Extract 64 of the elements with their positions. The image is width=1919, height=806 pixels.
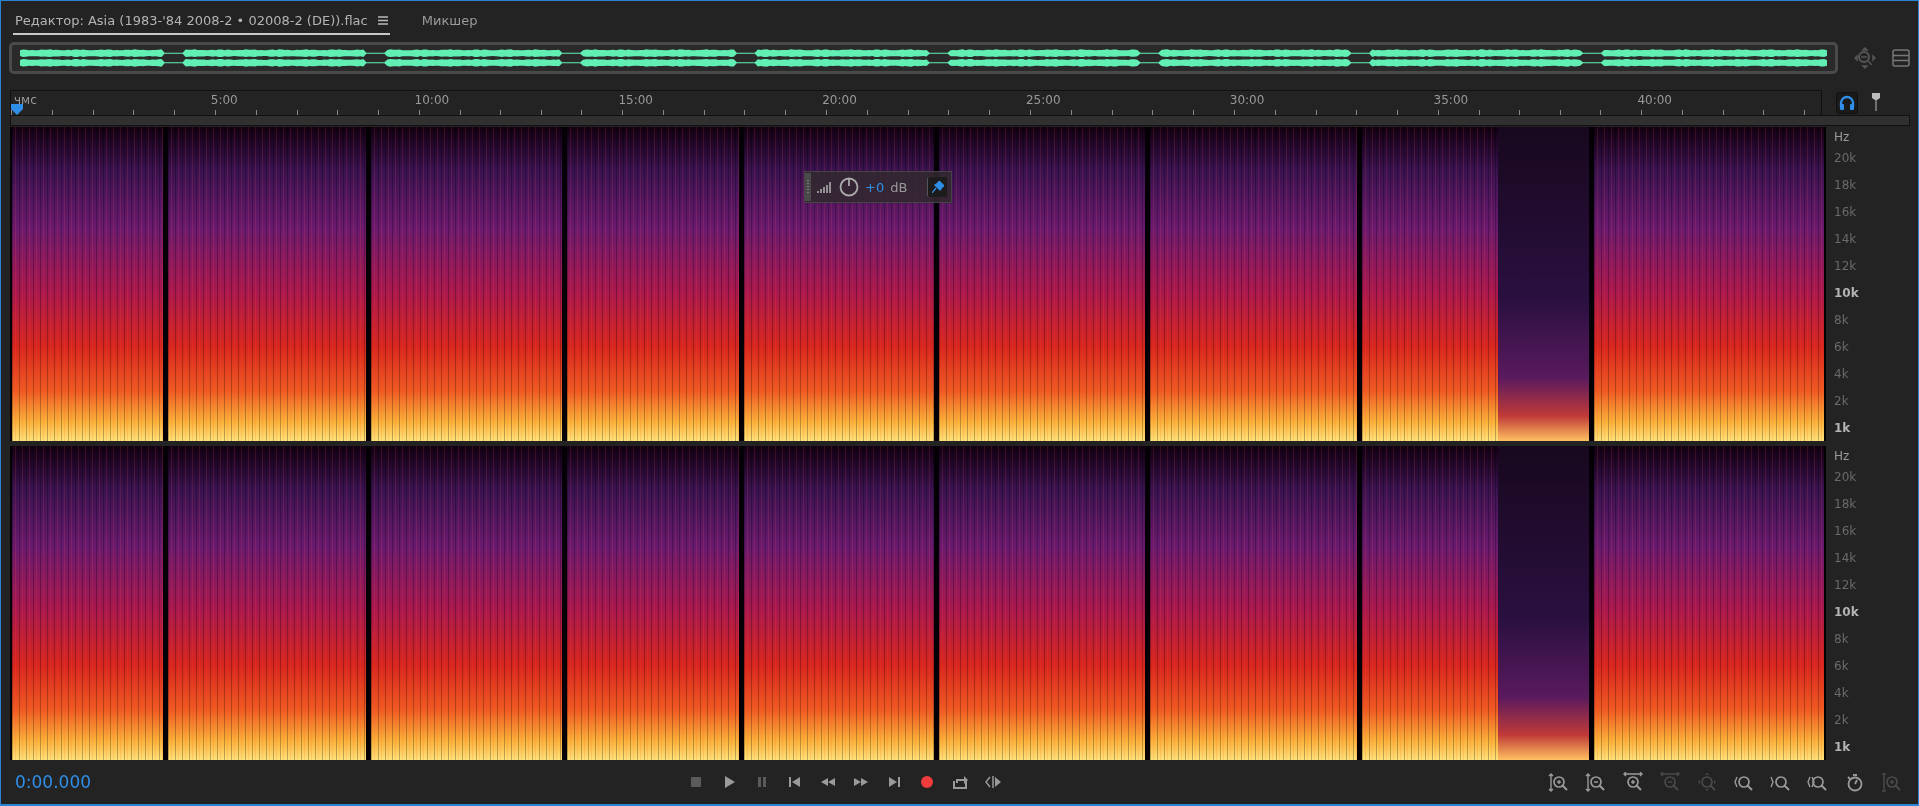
axis-tick-label: 4k — [1834, 366, 1850, 381]
time-label: 10:00 — [414, 93, 450, 107]
prev-button[interactable] — [787, 774, 803, 790]
time-label: 40:00 — [1637, 93, 1672, 107]
menu-icon[interactable] — [377, 16, 388, 25]
axis-tick-label: 12k — [1834, 577, 1858, 592]
axis-tick-label: 16k — [1834, 523, 1858, 538]
gain-value[interactable]: +0 — [865, 179, 885, 195]
axis-tick-label: 16k — [1834, 204, 1858, 219]
zoom-button[interactable] — [1585, 771, 1606, 793]
axis-tick-label: 1k — [1834, 420, 1852, 435]
stop-icon — [688, 774, 704, 790]
axis-tick-label: 12k — [1834, 258, 1858, 273]
axis-tick-label: 20k — [1834, 469, 1858, 484]
axis-tick-label: 18k — [1834, 496, 1858, 511]
prev-icon — [787, 774, 803, 790]
axis-tick-label: 8k — [1834, 312, 1850, 327]
axis-tick-label: 10k — [1834, 285, 1860, 300]
stopwatch-button[interactable] — [1844, 771, 1865, 793]
axis-unit: Hz — [1833, 129, 1851, 144]
skip-icon — [985, 774, 1001, 790]
time-label: 30:00 — [1229, 93, 1265, 107]
time-label: 15:00 — [618, 93, 653, 107]
time-label: 25:00 — [1026, 93, 1061, 107]
loop-icon — [952, 774, 968, 790]
axis-tick-label: 6k — [1834, 658, 1850, 673]
pin-button[interactable] — [927, 177, 948, 197]
tab[interactable]: Микшер — [419, 13, 480, 35]
level-bars-icon — [817, 181, 833, 193]
skip-button[interactable] — [985, 774, 1001, 790]
time-label: 20:00 — [822, 93, 857, 107]
axis-tick-label: 8k — [1834, 631, 1850, 646]
gain-unit: dB — [890, 179, 908, 195]
axis-tick-label: 1k — [1834, 739, 1852, 754]
time-label: 35:00 — [1433, 93, 1469, 107]
axis-tick-label: 14k — [1834, 550, 1858, 565]
headphones-button[interactable] — [1836, 92, 1858, 114]
current-time: 0:00.000 — [15, 772, 93, 792]
time-label: 5:00 — [210, 93, 238, 107]
volume-knob[interactable] — [839, 177, 859, 197]
record-button[interactable] — [919, 774, 935, 790]
axis-tick-label: 4k — [1834, 685, 1850, 700]
axis-tick-label: 2k — [1834, 712, 1850, 727]
tab[interactable]: Редактор: Asia (1983-'84 2008-2 • 02008-2 (DE)).flac — [13, 13, 390, 35]
axis-tick-label: 14k — [1834, 231, 1858, 246]
zoom-button[interactable] — [1548, 771, 1569, 793]
zoom-button[interactable] — [1622, 771, 1643, 793]
next-button[interactable] — [886, 774, 902, 790]
list-icon[interactable] — [1892, 49, 1910, 67]
axis-tick-label: 10k — [1834, 604, 1860, 619]
drag-handle[interactable] — [805, 173, 811, 201]
axis-tick-label: 6k — [1834, 339, 1850, 354]
record-icon — [919, 774, 935, 790]
loop-button[interactable] — [952, 774, 968, 790]
axis-tick-label: 2k — [1834, 393, 1850, 408]
time-ruler[interactable]: чмс 5:00 10:00 15:00 20:00 25:00 30:00 35:00 40:00 — [10, 90, 1822, 115]
waveform-overview[interactable] — [9, 42, 1838, 74]
axis-tick-label: 20k — [1834, 150, 1858, 165]
axis-unit: Hz — [1833, 448, 1851, 463]
axis-tick-label: 18k — [1834, 177, 1858, 192]
horizontal-scrollbar[interactable] — [10, 115, 1910, 126]
time-label: чмс — [14, 93, 37, 107]
marker-pin-icon[interactable] — [1872, 93, 1880, 111]
next-icon — [886, 774, 902, 790]
